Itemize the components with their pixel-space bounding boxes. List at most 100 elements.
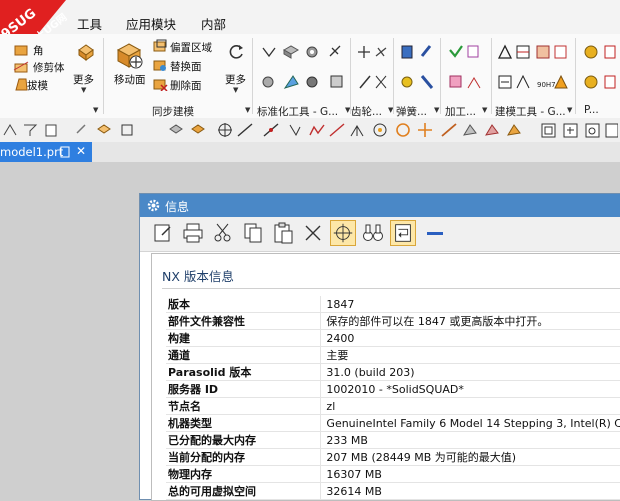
info-key: 版本 <box>166 296 322 313</box>
ribbon-separator <box>491 38 492 114</box>
menu-internal[interactable]: 内部 <box>201 14 226 33</box>
information-window: 信息 NX 版本信息 版本 1847 部件文件兼容性 保存的部件可以在 1847 或更… <box>139 193 620 501</box>
more-button-2[interactable]: 更多 <box>225 72 246 87</box>
print-icon[interactable] <box>180 220 206 246</box>
move-face-icon[interactable] <box>112 40 146 70</box>
table-row: 物理内存 16307 MB <box>166 465 620 483</box>
table-row: 总的可用虚拟空间 32614 MB <box>166 482 620 500</box>
info-window-title: 信息 <box>165 200 190 214</box>
info-value: 32614 MB <box>320 482 620 500</box>
extra-tools-icon-grid[interactable] <box>583 44 619 100</box>
replace-face-button[interactable]: 替换面 <box>170 59 202 74</box>
tab-close-icon[interactable]: ✕ <box>76 144 86 158</box>
selection-toolbar-icons[interactable] <box>2 121 618 139</box>
ribbon-left-item-2[interactable]: 修剪体 <box>33 60 65 75</box>
table-row: 当前分配的内存 207 MB (28449 MB 为可能的最大值) <box>166 448 620 466</box>
find-binoculars-icon[interactable] <box>360 220 386 246</box>
snap-point-icon[interactable] <box>330 220 356 246</box>
more-features-icon[interactable] <box>76 42 96 62</box>
info-heading: NX 版本信息 <box>162 269 234 284</box>
more-2-chevron-down-icon[interactable]: ▼ <box>233 86 238 94</box>
heading-divider <box>162 288 620 289</box>
group-expand-5-chevron-down-icon[interactable]: ▼ <box>434 106 439 114</box>
group-build-label: 建模工具 - G... <box>495 106 566 118</box>
info-key: Parasolid 版本 <box>166 363 322 381</box>
refresh-icon[interactable] <box>226 42 246 62</box>
document-tab-bar <box>0 142 620 162</box>
move-face-button[interactable]: 移动面 <box>114 72 146 87</box>
group-std-label: 标准化工具 - G... <box>257 106 339 118</box>
table-row: 部件文件兼容性 保存的部件可以在 1847 或更高版本中打开。 <box>166 312 620 330</box>
ribbon-left-item-3[interactable]: 拔模 <box>27 78 48 93</box>
paste-icon[interactable] <box>270 220 296 246</box>
more-1-chevron-down-icon[interactable]: ▼ <box>81 86 86 94</box>
group-gear-label: 齿轮... <box>351 106 383 118</box>
gear-tools-icon-grid[interactable] <box>356 44 390 100</box>
copy-icon[interactable] <box>240 220 266 246</box>
standard-tools-icon-grid[interactable] <box>260 44 358 100</box>
ribbon-separator <box>252 38 253 114</box>
delete-face-icon[interactable] <box>152 77 168 91</box>
hw-badge-icon: 90H7 <box>537 81 556 89</box>
delete-face-button[interactable]: 删除面 <box>170 78 202 93</box>
info-key: 服务器 ID <box>166 380 322 398</box>
group-spring-label: 弹簧... <box>396 106 428 118</box>
table-row: 版本 1847 <box>166 296 620 313</box>
info-key: 当前分配的内存 <box>166 448 322 466</box>
group-extra-label: P... <box>584 104 599 116</box>
info-value: 233 MB <box>320 431 620 449</box>
ribbon-left-item-1[interactable]: 角 <box>33 43 44 58</box>
build-tools-icon-grid[interactable]: 90H7 <box>497 44 569 100</box>
table-row: 机器类型 GenuineIntel Family 6 Model 14 Stepp… <box>166 414 620 432</box>
save-icon[interactable] <box>150 220 176 246</box>
ribbon: 角 修剪体 拔模 更多 ▼ ▼ 移动面 偏置区域 替换面 删除面 更多 ▼ 同步… <box>0 34 620 119</box>
group-expand-1-chevron-down-icon[interactable]: ▼ <box>93 106 98 114</box>
replace-face-icon[interactable] <box>152 58 168 72</box>
cut-icon[interactable] <box>210 220 236 246</box>
group-expand-7-chevron-down-icon[interactable]: ▼ <box>567 106 572 114</box>
info-key: 物理内存 <box>166 465 322 483</box>
group-expand-2-chevron-down-icon[interactable]: ▼ <box>245 106 250 114</box>
info-key: 总的可用虚拟空间 <box>166 482 322 500</box>
delete-icon[interactable] <box>300 220 326 246</box>
wrap-text-icon[interactable] <box>390 220 416 246</box>
version-info-table: 版本 1847 部件文件兼容性 保存的部件可以在 1847 或更高版本中打开。 构建 24… <box>166 296 620 500</box>
menu-app-modules[interactable]: 应用模块 <box>126 14 176 33</box>
table-row: 节点名 zl <box>166 397 620 415</box>
offset-region-icon[interactable] <box>152 39 168 53</box>
offset-region-button[interactable]: 偏置区域 <box>170 40 212 55</box>
trim-body-icon[interactable] <box>13 60 29 74</box>
spring-tools-icon-grid[interactable] <box>400 44 440 100</box>
info-key: 节点名 <box>166 397 322 415</box>
more-button-1[interactable]: 更多 <box>73 72 94 87</box>
group-expand-6-chevron-down-icon[interactable]: ▼ <box>482 106 487 114</box>
info-value: GenuineIntel Family 6 Model 14 Stepping … <box>320 414 620 432</box>
minimize-icon[interactable] <box>422 220 448 246</box>
edge-blend-icon[interactable] <box>13 43 29 57</box>
info-key: 机器类型 <box>166 414 322 432</box>
table-row: 已分配的最大内存 233 MB <box>166 431 620 449</box>
info-key: 部件文件兼容性 <box>166 312 322 330</box>
info-value: 1002010 - *SolidSQUAD* <box>320 380 620 398</box>
info-title-bar[interactable]: 信息 <box>140 194 620 217</box>
info-value: 207 MB (28449 MB 为可能的最大值) <box>320 448 620 466</box>
group-sync-label: 同步建模 <box>152 106 194 118</box>
table-row: Parasolid 版本 31.0 (build 203) <box>166 363 620 381</box>
tab-model1-prt[interactable]: model1.prt ✕ <box>0 142 92 162</box>
ribbon-separator <box>350 38 351 114</box>
menu-bar: 工具 应用模块 内部 <box>0 0 620 35</box>
info-value: zl <box>320 397 620 415</box>
table-row: 通道 主要 <box>166 346 620 364</box>
info-value: 16307 MB <box>320 465 620 483</box>
table-row: 构建 2400 <box>166 329 620 347</box>
process-tools-icon-grid[interactable] <box>448 44 488 100</box>
gear-icon <box>147 199 160 212</box>
info-key: 构建 <box>166 329 322 347</box>
document-modified-icon <box>60 146 70 158</box>
ribbon-separator <box>103 38 104 114</box>
info-key: 已分配的最大内存 <box>166 431 322 449</box>
selection-toolbar <box>0 118 620 143</box>
tab-label: model1.prt <box>0 145 64 159</box>
info-content[interactable]: NX 版本信息 版本 1847 部件文件兼容性 保存的部件可以在 1847 或更高版本… <box>151 253 620 501</box>
menu-tools[interactable]: 工具 <box>77 14 102 33</box>
